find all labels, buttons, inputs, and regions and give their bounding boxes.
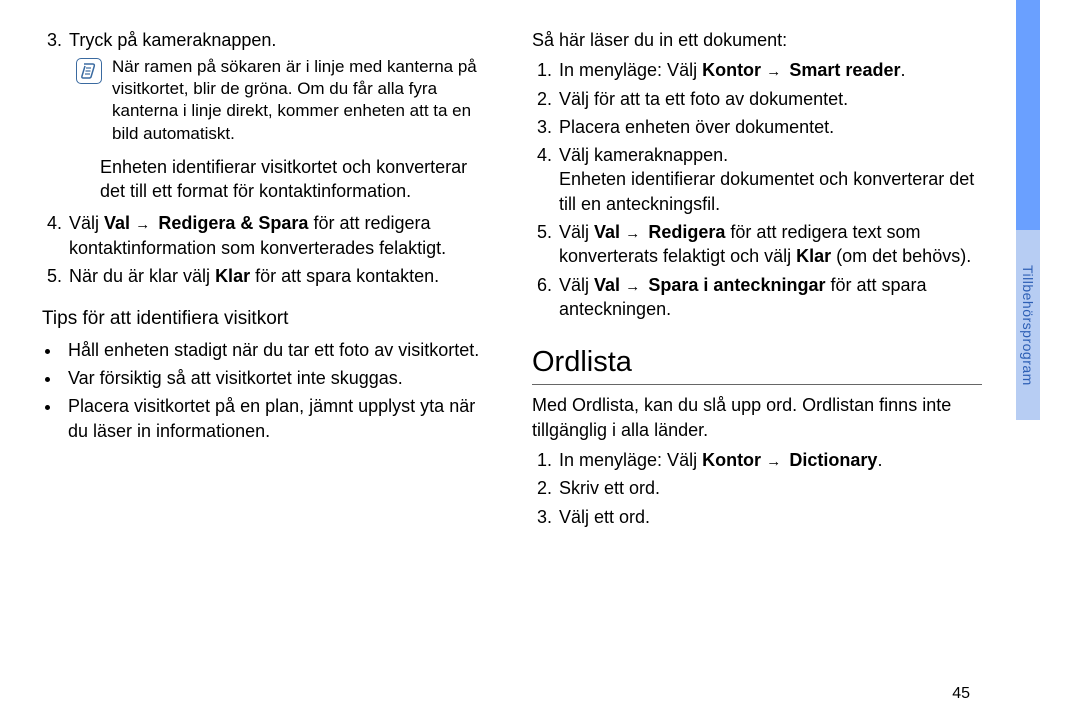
list-item: Skriv ett ord. <box>557 476 982 500</box>
arrow-icon: → <box>763 63 783 80</box>
list-item: Placera enheten över dokumentet. <box>557 115 982 139</box>
list-item: Välj kameraknappen. Enheten identifierar… <box>557 143 982 216</box>
list-item: Välj Val → Redigera & Spara för att redi… <box>67 211 492 260</box>
bold-text: Val <box>594 222 620 242</box>
bold-text: Spara i anteckningar <box>648 275 825 295</box>
text: för att spara kontakten. <box>250 266 439 286</box>
text: Välj <box>559 275 594 295</box>
tips-list: Håll enheten stadigt när du tar ett foto… <box>42 338 492 443</box>
bold-text: Dictionary <box>789 450 877 470</box>
right-steps: In menyläge: Välj Kontor → Smart reader.… <box>532 58 982 321</box>
bold-text: Kontor <box>702 60 761 80</box>
text: När du är klar välj <box>69 266 215 286</box>
bold-text: Redigera & Spara <box>158 213 308 233</box>
bold-text: Val <box>104 213 130 233</box>
list-item: Håll enheten stadigt när du tar ett foto… <box>62 338 492 362</box>
right-intro: Så här läser du in ett dokument: <box>532 28 982 52</box>
bold-text: Smart reader <box>789 60 900 80</box>
list-item: Välj ett ord. <box>557 505 982 529</box>
list-item: In menyläge: Välj Kontor → Dictionary. <box>557 448 982 472</box>
text: Välj kameraknappen. <box>559 145 728 165</box>
arrow-icon: → <box>132 216 152 233</box>
list-item: Tryck på kameraknappen. <box>67 28 492 52</box>
dict-intro: Med Ordlista, kan du slå upp ord. Ordlis… <box>532 393 982 442</box>
arrow-icon: → <box>622 225 642 242</box>
text: . <box>877 450 882 470</box>
text: In menyläge: Välj <box>559 450 702 470</box>
left-column: Tryck på kameraknappen. När ramen på sök… <box>42 28 492 721</box>
bold-text: Klar <box>215 266 250 286</box>
side-tab: Tillbehörsprogram <box>1016 230 1040 420</box>
bold-text: Redigera <box>648 222 725 242</box>
note-icon <box>76 58 102 84</box>
bold-text: Kontor <box>702 450 761 470</box>
text: Välj <box>559 222 594 242</box>
arrow-icon: → <box>763 453 783 470</box>
side-bar-accent <box>1016 0 1040 230</box>
list-item: Välj för att ta ett foto av dokumentet. <box>557 87 982 111</box>
columns: Tryck på kameraknappen. När ramen på sök… <box>42 28 1022 721</box>
text: . <box>900 60 905 80</box>
right-column: Så här läser du in ett dokument: In meny… <box>532 28 982 721</box>
side-tab-label: Tillbehörsprogram <box>1020 265 1036 386</box>
left-steps-2: Välj Val → Redigera & Spara för att redi… <box>42 211 492 288</box>
page: Tryck på kameraknappen. När ramen på sök… <box>42 0 1022 721</box>
page-number: 45 <box>952 685 970 703</box>
after-note-text: Enheten identifierar visitkortet och kon… <box>100 155 492 204</box>
section-title-ordlista: Ordlista <box>532 343 982 385</box>
tips-subhead: Tips för att identifiera visitkort <box>42 306 492 332</box>
bold-text: Val <box>594 275 620 295</box>
list-item: När du är klar välj Klar för att spara k… <box>67 264 492 288</box>
list-item: Placera visitkortet på en plan, jämnt up… <box>62 394 492 443</box>
left-steps-1: Tryck på kameraknappen. <box>42 28 492 52</box>
text: In menyläge: Välj <box>559 60 702 80</box>
note-row: När ramen på sökaren är i linje med kant… <box>76 56 492 144</box>
dict-steps: In menyläge: Välj Kontor → Dictionary. S… <box>532 448 982 529</box>
text: (om det behövs). <box>831 246 971 266</box>
text: Enheten identifierar dokumentet och konv… <box>559 169 974 213</box>
list-item: Välj Val → Spara i anteckningar för att … <box>557 273 982 322</box>
arrow-icon: → <box>622 278 642 295</box>
note-text: När ramen på sökaren är i linje med kant… <box>112 56 492 144</box>
list-item: Var försiktig så att visitkortet inte sk… <box>62 366 492 390</box>
bold-text: Klar <box>796 246 831 266</box>
text: Välj <box>69 213 104 233</box>
list-item: In menyläge: Välj Kontor → Smart reader. <box>557 58 982 82</box>
list-item: Välj Val → Redigera för att redigera tex… <box>557 220 982 269</box>
